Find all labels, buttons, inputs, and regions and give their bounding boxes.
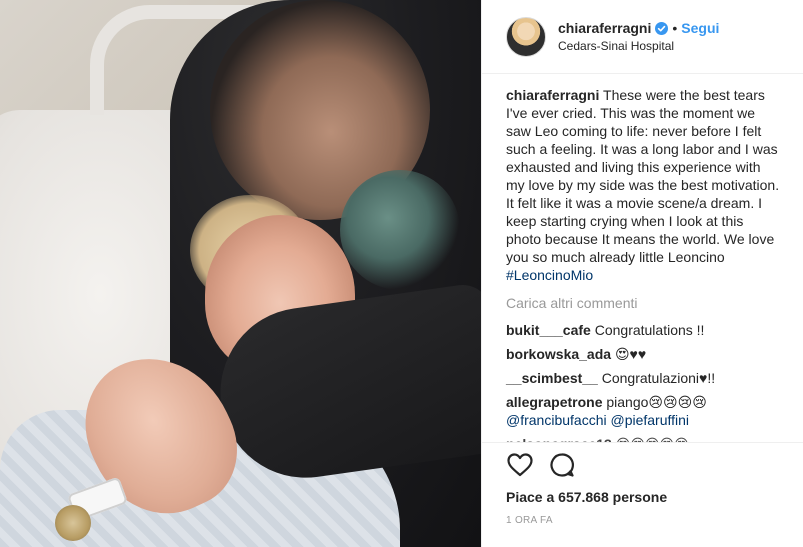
caption: chiaraferragni These were the best tears…: [506, 86, 780, 284]
comment-username[interactable]: __scimbest__: [506, 370, 598, 386]
action-bar: [506, 443, 780, 487]
comment-text: piango😢😢😢😢: [606, 394, 707, 410]
username-link[interactable]: chiaraferragni: [558, 20, 651, 36]
comment-item: allegrapetrone piango😢😢😢😢 @francibufacch…: [506, 393, 780, 429]
caption-username[interactable]: chiaraferragni: [506, 87, 599, 103]
follow-button[interactable]: Segui: [681, 20, 719, 36]
comment-text: 😍♥♥: [614, 346, 647, 362]
comment-item: __scimbest__ Congratulazioni♥!!: [506, 369, 780, 387]
comment-mentions[interactable]: @francibufacchi @piefaruffini: [506, 412, 689, 428]
heart-icon[interactable]: [506, 451, 534, 479]
load-more-comments-button[interactable]: Carica altri commenti: [506, 294, 780, 312]
post-sidebar: chiaraferragni • Segui Cedars-Sinai Hosp…: [481, 0, 803, 547]
comment-item-partial: nelsoncgrace13 😍😍😍😍😍: [506, 435, 780, 442]
verified-badge-icon: [655, 21, 669, 35]
comment-item: borkowska_ada 😍♥♥: [506, 345, 780, 363]
wristwatch: [55, 505, 91, 541]
post-timestamp: 1 ORA FA: [506, 515, 553, 526]
comment-username[interactable]: bukit___cafe: [506, 322, 591, 338]
comment-item: bukit___cafe Congratulations !!: [506, 321, 780, 339]
comment-username[interactable]: allegrapetrone: [506, 394, 602, 410]
neck-tattoo: [340, 170, 460, 290]
post-photo[interactable]: [0, 0, 481, 547]
post-header: chiaraferragni • Segui Cedars-Sinai Hosp…: [482, 0, 803, 74]
avatar[interactable]: [506, 16, 546, 57]
header-text: chiaraferragni • Segui Cedars-Sinai Hosp…: [558, 20, 719, 53]
comment-text: Congratulazioni♥!!: [601, 370, 716, 386]
comments-list[interactable]: chiaraferragni These were the best tears…: [482, 74, 803, 442]
instagram-post: chiaraferragni • Segui Cedars-Sinai Hosp…: [0, 0, 803, 547]
separator-dot: •: [672, 20, 678, 36]
comment-username[interactable]: borkowska_ada: [506, 346, 611, 362]
location-link[interactable]: Cedars-Sinai Hospital: [558, 39, 719, 53]
header-line: chiaraferragni • Segui: [558, 20, 719, 36]
comment-bubble-icon[interactable]: [548, 451, 576, 479]
caption-text: These were the best tears I've ever crie…: [506, 87, 780, 265]
likes-count[interactable]: Piace a 657.868 persone: [506, 489, 780, 505]
comment-text: Congratulations !!: [594, 322, 705, 338]
hashtag-link[interactable]: #LeoncinoMio: [506, 267, 593, 283]
post-footer: Piace a 657.868 persone 1 ORA FA: [482, 442, 803, 547]
